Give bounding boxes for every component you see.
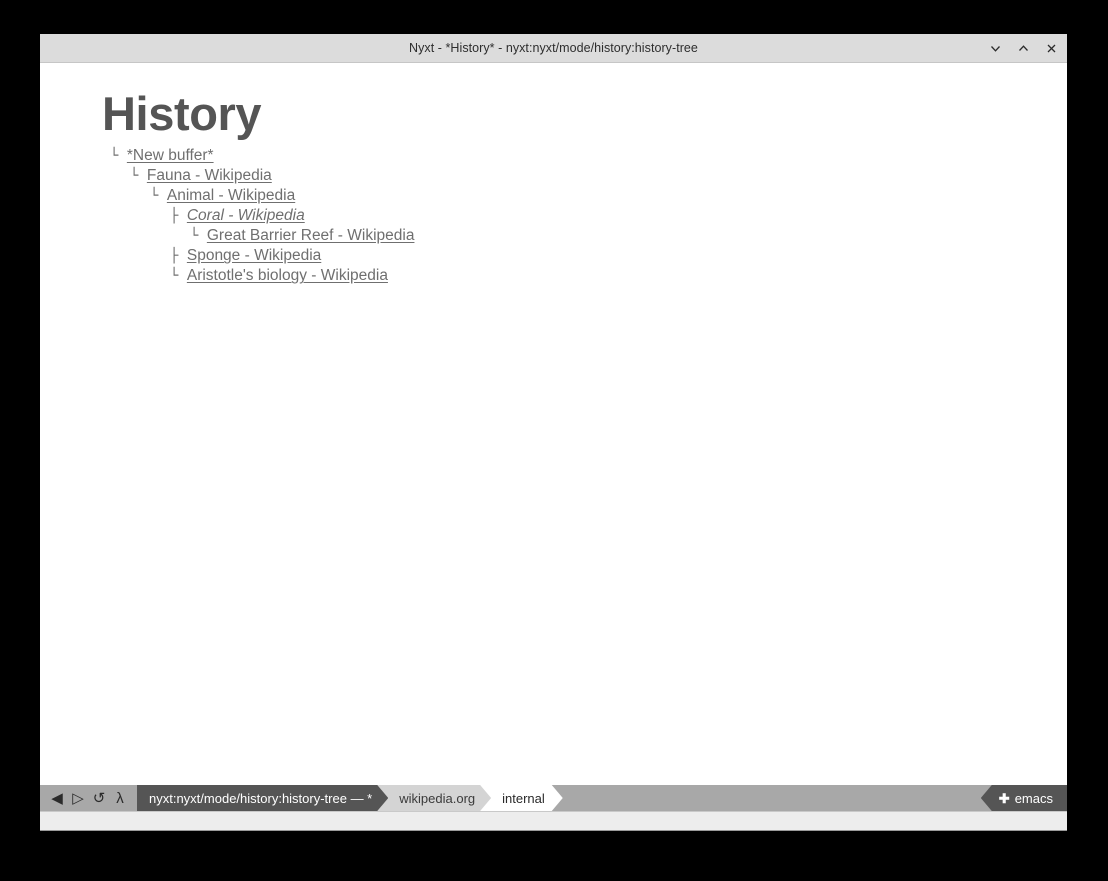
window-title: Nyxt - *History* - nyxt:nyxt/mode/histor… [409,41,698,55]
tree-branch-glyph: ├ [170,208,187,225]
history-entry-link[interactable]: Animal - Wikipedia [167,186,295,206]
back-icon[interactable]: ◀ [50,788,64,808]
window-controls [987,34,1059,62]
status-spacer [551,785,981,811]
status-bar: ◀ ▷ ↺ λ nyxt:nyxt/mode/history:history-t… [40,785,1067,811]
history-tree-row: └ Fauna - Wikipedia [102,166,1067,186]
tree-branch-glyph: └ [130,168,147,185]
execute-command-icon[interactable]: λ [113,788,127,808]
history-entry-link[interactable]: Sponge - Wikipedia [187,246,321,266]
status-domain[interactable]: wikipedia.org [377,785,491,811]
history-entry-link[interactable]: Coral - Wikipedia [187,206,305,226]
tree-branch-glyph: └ [110,148,127,165]
history-entry-link[interactable]: Fauna - Wikipedia [147,166,272,186]
history-entry-link[interactable]: *New buffer* [127,146,214,166]
history-tree-row: └ Animal - Wikipedia [102,186,1067,206]
chevron-up-icon[interactable] [1015,40,1031,56]
reload-icon[interactable]: ↺ [92,788,106,808]
history-tree-row: └ *New buffer* [102,146,1067,166]
echo-area [40,811,1067,831]
history-entry-link[interactable]: Aristotle's biology - Wikipedia [187,266,388,286]
chevron-down-icon[interactable] [987,40,1003,56]
tree-branch-glyph: └ [170,268,187,285]
browser-window: Nyxt - *History* - nyxt:nyxt/mode/histor… [40,34,1067,831]
tree-branch-glyph: └ [150,188,167,205]
external-editor-button[interactable]: ✚ emacs [980,785,1067,811]
history-tree-row: └ Aristotle's biology - Wikipedia [102,266,1067,286]
history-tree-row: ├ Coral - Wikipedia [102,206,1067,226]
history-tree-row: └ Great Barrier Reef - Wikipedia [102,226,1067,246]
plus-icon: ✚ [998,790,1010,806]
history-tree-row: ├ Sponge - Wikipedia [102,246,1067,266]
close-icon[interactable] [1043,40,1059,56]
tree-branch-glyph: └ [190,228,207,245]
external-editor-label: emacs [1014,790,1053,806]
tree-branch-glyph: ├ [170,248,187,265]
status-url[interactable]: nyxt:nyxt/mode/history:history-tree — * [137,785,388,811]
navigation-controls: ◀ ▷ ↺ λ [40,785,137,811]
title-bar: Nyxt - *History* - nyxt:nyxt/mode/histor… [40,34,1067,63]
history-tree: └ *New buffer* └ Fauna - Wikipedia └ Anima… [102,146,1067,286]
page-content: History └ *New buffer* └ Fauna - Wikipedi… [40,63,1067,785]
history-entry-link[interactable]: Great Barrier Reef - Wikipedia [207,226,415,246]
forward-icon[interactable]: ▷ [71,788,85,808]
page-title: History [102,87,262,140]
status-mode-internal[interactable]: internal [480,785,563,811]
